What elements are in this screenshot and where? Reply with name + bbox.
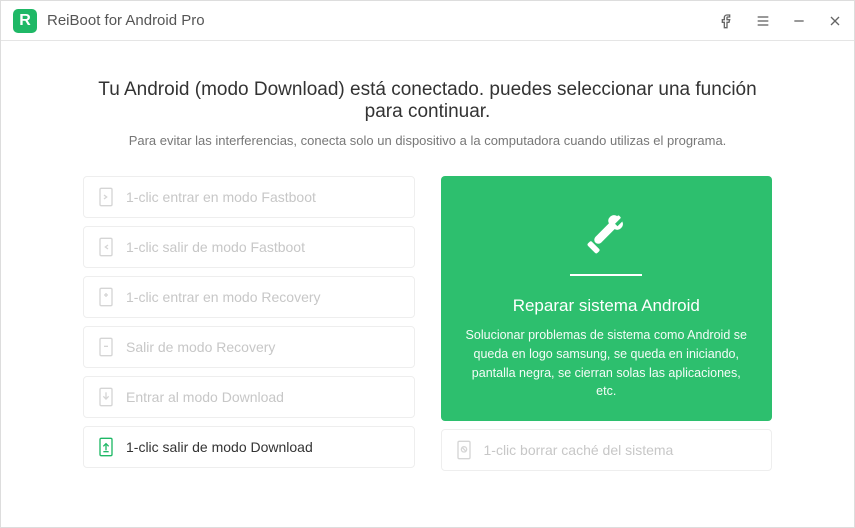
option-label: Salir de modo Recovery	[126, 339, 275, 355]
option-label: 1-clic borrar caché del sistema	[484, 442, 674, 458]
minimize-icon[interactable]	[790, 12, 808, 30]
app-logo: R	[13, 9, 37, 33]
option-enter-fastboot[interactable]: 1-clic entrar en modo Fastboot	[83, 176, 415, 218]
titlebar: R ReiBoot for Android Pro	[1, 1, 854, 41]
close-icon[interactable]	[826, 12, 844, 30]
tools-icon	[583, 210, 629, 256]
content: Tu Android (modo Download) está conectad…	[1, 41, 854, 527]
facebook-icon[interactable]	[718, 12, 736, 30]
phone-exit-icon	[98, 337, 114, 357]
repair-description: Solucionar problemas de sistema como And…	[463, 326, 751, 401]
divider	[570, 274, 642, 276]
option-label: 1-clic salir de modo Download	[126, 439, 313, 455]
option-label: 1-clic salir de modo Fastboot	[126, 239, 305, 255]
app-title: ReiBoot for Android Pro	[47, 12, 205, 29]
app-window: R ReiBoot for Android Pro Tu Android (mo…	[0, 0, 855, 528]
page-headline: Tu Android (modo Download) está conectad…	[83, 79, 772, 123]
phone-exit-icon	[98, 237, 114, 257]
option-label: Entrar al modo Download	[126, 389, 284, 405]
repair-title: Reparar sistema Android	[513, 296, 700, 316]
phone-enter-icon	[98, 287, 114, 307]
page-subtitle: Para evitar las interferencias, conecta …	[83, 133, 772, 148]
phone-download-exit-icon	[98, 437, 114, 457]
phone-clear-icon	[456, 440, 472, 460]
option-enter-recovery[interactable]: 1-clic entrar en modo Recovery	[83, 276, 415, 318]
option-label: 1-clic entrar en modo Fastboot	[126, 189, 316, 205]
left-options-column: 1-clic entrar en modo Fastboot 1-clic sa…	[83, 176, 415, 471]
app-logo-letter: R	[19, 12, 31, 30]
option-exit-download[interactable]: 1-clic salir de modo Download	[83, 426, 415, 468]
option-enter-download[interactable]: Entrar al modo Download	[83, 376, 415, 418]
options-grid: 1-clic entrar en modo Fastboot 1-clic sa…	[83, 176, 772, 471]
option-clear-cache[interactable]: 1-clic borrar caché del sistema	[441, 429, 773, 471]
menu-icon[interactable]	[754, 12, 772, 30]
right-column: Reparar sistema Android Solucionar probl…	[441, 176, 773, 471]
phone-download-icon	[98, 387, 114, 407]
titlebar-actions	[718, 12, 844, 30]
repair-system-card[interactable]: Reparar sistema Android Solucionar probl…	[441, 176, 773, 421]
phone-enter-icon	[98, 187, 114, 207]
option-exit-recovery[interactable]: Salir de modo Recovery	[83, 326, 415, 368]
option-label: 1-clic entrar en modo Recovery	[126, 289, 321, 305]
option-exit-fastboot[interactable]: 1-clic salir de modo Fastboot	[83, 226, 415, 268]
